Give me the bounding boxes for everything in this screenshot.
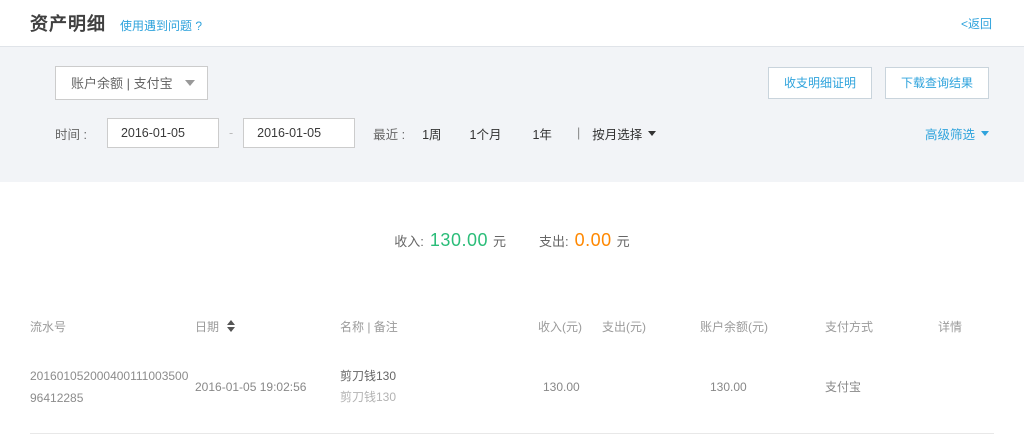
chevron-down-icon (185, 80, 195, 86)
vertical-divider: | (577, 126, 580, 140)
column-header-detail: 详情 (938, 311, 994, 341)
page-title: 资产明细 (30, 10, 106, 36)
transaction-name: 剪刀钱130 (340, 366, 538, 387)
cell-expense (602, 341, 700, 433)
expense-unit: 元 (617, 231, 630, 250)
date-from-input[interactable] (107, 118, 219, 148)
cell-date: 2016-01-05 19:02:56 (195, 341, 340, 433)
download-results-button[interactable]: 下载查询结果 (885, 67, 989, 99)
sort-icon[interactable] (227, 320, 235, 332)
back-link[interactable]: <返回 (961, 15, 992, 32)
serial-number: 20160105200040011100350096412285 (30, 365, 193, 409)
cell-detail (938, 341, 994, 433)
content-area: 收入: 130.00 元 支出: 0.00 元 流水号 日期 名称 | (0, 230, 1024, 434)
account-type-value: 账户余额 | 支付宝 (71, 73, 173, 92)
month-select-dropdown[interactable]: 按月选择 (592, 124, 656, 143)
column-header-payment-method: 支付方式 (825, 311, 938, 341)
filter-row-time: 时间 : - 最近 : 1周 1个月 1年 | 按月选择 高级筛选 (30, 118, 989, 148)
column-header-income: 收入(元) (538, 311, 602, 341)
date-range-separator: - (229, 126, 233, 140)
quick-range-1month[interactable]: 1个月 (470, 124, 502, 143)
cell-serial: 20160105200040011100350096412285 (30, 341, 195, 433)
expense-value: 0.00 (575, 230, 612, 251)
recent-label: 最近 : (373, 124, 405, 143)
table-row: 20160105200040011100350096412285 2016-01… (30, 341, 994, 433)
time-label: 时间 : (55, 124, 87, 143)
column-header-serial: 流水号 (30, 311, 195, 341)
advanced-filter-label: 高级筛选 (925, 124, 975, 143)
filter-row-account: 账户余额 | 支付宝 收支明细证明 下载查询结果 (30, 65, 989, 100)
column-header-date[interactable]: 日期 (195, 311, 340, 341)
quick-range-1week[interactable]: 1周 (422, 124, 441, 143)
cell-income: 130.00 (538, 341, 602, 433)
summary-bar: 收入: 130.00 元 支出: 0.00 元 (0, 230, 1024, 254)
column-header-balance: 账户余额(元) (700, 311, 825, 341)
advanced-filter-link[interactable]: 高级筛选 (925, 124, 989, 143)
filter-panel: 账户余额 | 支付宝 收支明细证明 下载查询结果 时间 : - 最近 : 1周 … (0, 47, 1024, 182)
account-type-select[interactable]: 账户余额 | 支付宝 (55, 66, 208, 100)
cell-balance: 130.00 (700, 341, 825, 433)
date-header-label: 日期 (195, 320, 219, 334)
income-value: 130.00 (430, 230, 488, 251)
transactions-table: 流水号 日期 名称 | 备注 收入(元) 支出(元) 账户余额(元) 支付方式 … (30, 311, 994, 434)
income-label: 收入: (394, 231, 424, 250)
income-expense-proof-button[interactable]: 收支明细证明 (768, 67, 872, 99)
table-header-row: 流水号 日期 名称 | 备注 收入(元) 支出(元) 账户余额(元) 支付方式 … (30, 311, 994, 341)
column-header-name-remark: 名称 | 备注 (340, 311, 538, 341)
cell-name-remark: 剪刀钱130 剪刀钱130 (340, 341, 538, 433)
income-unit: 元 (493, 231, 506, 250)
help-link[interactable]: 使用遇到问题 ? (120, 17, 202, 34)
page-header: 资产明细 使用遇到问题 ? <返回 (0, 0, 1024, 47)
quick-range-1year[interactable]: 1年 (532, 124, 551, 143)
chevron-down-icon (981, 131, 989, 136)
expense-label: 支出: (539, 231, 569, 250)
asset-detail-page: 资产明细 使用遇到问题 ? <返回 账户余额 | 支付宝 收支明细证明 下载查询… (0, 0, 1024, 443)
transaction-remark: 剪刀钱130 (340, 387, 538, 408)
month-select-label: 按月选择 (592, 124, 642, 143)
column-header-expense: 支出(元) (602, 311, 700, 341)
cell-payment-method: 支付宝 (825, 341, 938, 433)
date-to-input[interactable] (243, 118, 355, 148)
chevron-down-icon (648, 131, 656, 136)
